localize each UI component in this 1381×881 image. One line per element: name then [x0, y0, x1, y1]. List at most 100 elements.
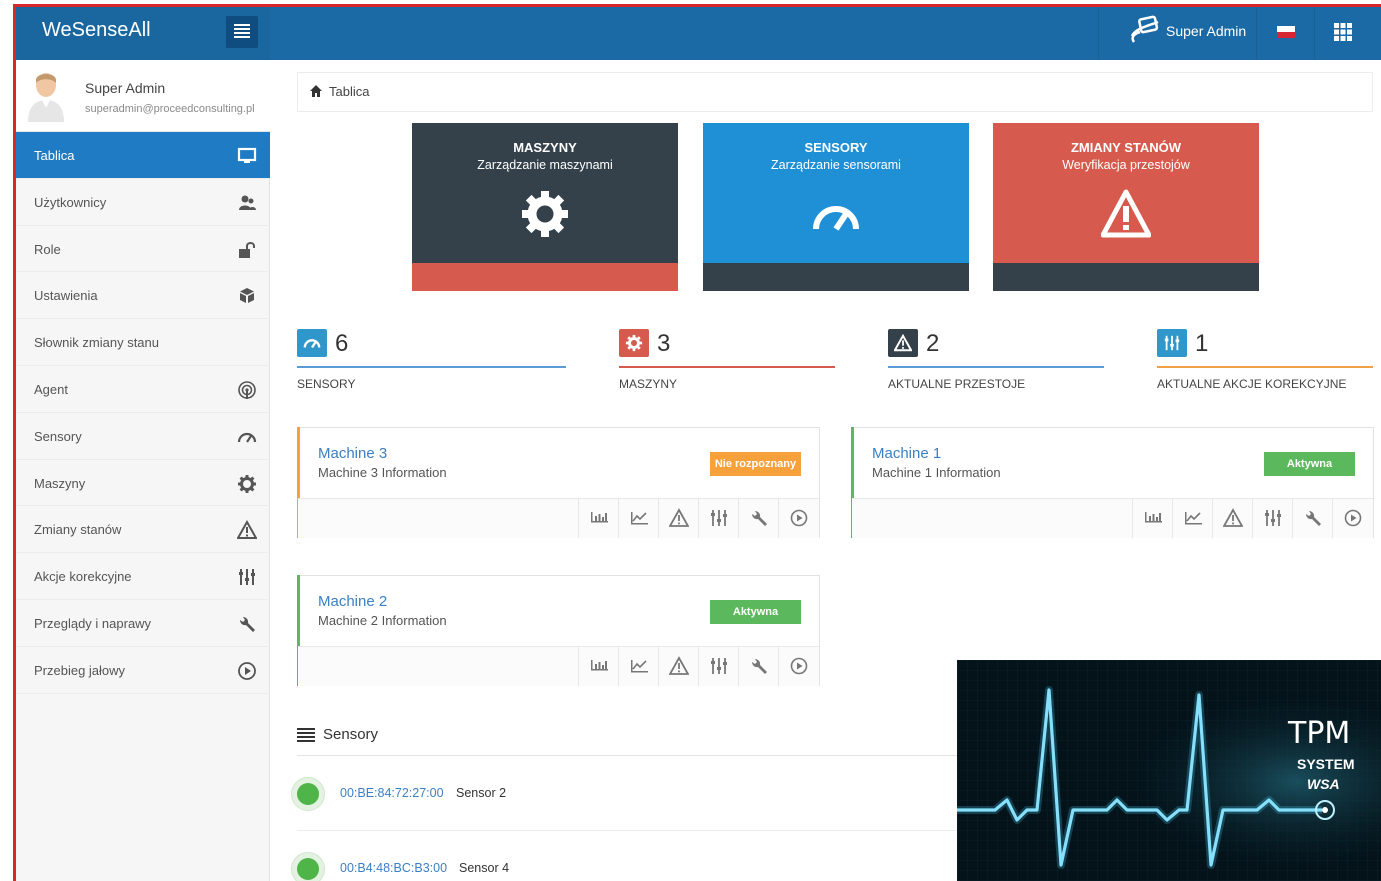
line-chart-icon — [631, 512, 648, 525]
stat-value: 6 — [335, 330, 349, 357]
wrench-icon — [239, 616, 255, 632]
tile-zmiany-stanow[interactable]: ZMIANY STANÓW Weryfikacja przestojów — [993, 123, 1259, 291]
sensor-mac-link[interactable]: 00:B4:48:BC:B3:00 — [340, 861, 447, 875]
tpm-line2: WSA — [1307, 776, 1340, 792]
tile-footer — [993, 263, 1259, 291]
sidebar-item-ustawienia[interactable]: Ustawienia — [16, 272, 270, 320]
stat-label: SENSORY — [297, 377, 356, 391]
sidebar-item-tablica[interactable]: Tablica — [16, 132, 270, 179]
tile-footer — [703, 263, 969, 291]
sidebar-item-sensory[interactable]: Sensory — [16, 413, 270, 460]
header-divider — [1098, 7, 1099, 60]
window-border — [13, 4, 16, 881]
sidebar-item-role[interactable]: Role — [16, 226, 270, 273]
sidebar-item-label: Przeglądy i naprawy — [34, 615, 152, 631]
machine-action-button[interactable] — [1292, 499, 1332, 538]
stat-label: MASZYNY — [619, 377, 678, 391]
wrench-icon — [751, 658, 767, 674]
tile-subtitle: Zarządzanie sensorami — [771, 158, 901, 172]
stat-maszyny[interactable]: 3 MASZYNY — [619, 329, 835, 399]
stat-sensory[interactable]: 6 SENSORY — [297, 329, 566, 399]
play-circle-icon — [790, 657, 808, 675]
sidebar-item-zmiany-stanow[interactable]: Zmiany stanów — [16, 506, 270, 554]
status-dot — [291, 852, 325, 881]
list-icon — [297, 728, 315, 742]
machine-name-link[interactable]: Machine 1 — [872, 445, 941, 462]
machine-action-button[interactable] — [698, 499, 738, 538]
tile-subtitle: Weryfikacja przestojów — [1062, 158, 1190, 172]
apps-grid-button[interactable] — [1314, 7, 1372, 60]
machine-action-button[interactable] — [1332, 499, 1372, 538]
machine-action-button[interactable] — [618, 499, 658, 538]
language-selector[interactable] — [1256, 7, 1314, 60]
sensor-name: Sensor 2 — [456, 786, 507, 800]
machine-info: Machine 1 Information — [872, 465, 1001, 480]
machine-actions — [298, 646, 819, 686]
sensors-section-header: Sensory — [297, 722, 977, 756]
machine-action-button[interactable] — [658, 647, 698, 686]
tile-maszyny[interactable]: MASZYNY Zarządzanie maszynami — [412, 123, 678, 291]
line-chart-icon — [631, 660, 648, 673]
sidebar-item-agent[interactable]: Agent — [16, 366, 270, 413]
machine-action-button[interactable] — [738, 647, 778, 686]
machine-action-button[interactable] — [698, 647, 738, 686]
tile-sensory[interactable]: SENSORY Zarządzanie sensorami — [703, 123, 969, 291]
sidebar-item-uzytkownicy[interactable]: Użytkownicy — [16, 179, 270, 226]
tile-title: ZMIANY STANÓW — [1070, 140, 1181, 155]
sidebar-item-slownik[interactable]: Słownik zmiany stanu — [16, 319, 270, 366]
sidebar-item-label: Ustawienia — [34, 288, 98, 304]
machine-info: Machine 2 Information — [318, 613, 447, 628]
tpm-banner: TPM SYSTEM WSA — [957, 660, 1381, 881]
machine-action-button[interactable] — [778, 499, 818, 538]
stat-badge — [619, 329, 649, 357]
machine-action-button[interactable] — [578, 499, 618, 538]
stat-przestoje[interactable]: 2 AKTUALNE PRZESTOJE — [888, 329, 1104, 399]
header-user-menu[interactable]: Super Admin — [1114, 7, 1272, 60]
sensor-name: Sensor 4 — [459, 861, 510, 875]
gear-icon — [238, 474, 256, 493]
stat-value: 2 — [926, 330, 940, 357]
machine-actions — [852, 498, 1373, 538]
sidebar-item-maszyny[interactable]: Maszyny — [16, 460, 270, 507]
stat-akcje-korekcyjne[interactable]: 1 AKTUALNE AKCJE KOREKCYJNE — [1157, 329, 1373, 399]
machine-action-button[interactable] — [1132, 499, 1172, 538]
machine-name-link[interactable]: Machine 3 — [318, 445, 387, 462]
sidebar-item-label: Role — [34, 241, 61, 257]
tile-title: SENSORY — [804, 140, 868, 155]
bar-chart-icon — [1145, 512, 1162, 523]
breadcrumb-current: Tablica — [329, 84, 370, 99]
wrench-icon — [751, 510, 767, 526]
warning-icon — [1223, 508, 1243, 527]
sidebar-item-akcje-korekcyjne[interactable]: Akcje korekcyjne — [16, 553, 270, 600]
user-profile: Super Admin superadmin@proceedconsulting… — [16, 60, 270, 132]
profile-name: Super Admin — [85, 80, 166, 96]
machine-action-button[interactable] — [618, 647, 658, 686]
tpm-title: TPM — [1288, 716, 1351, 751]
sliders-icon — [1164, 335, 1180, 351]
machine-action-button[interactable] — [1212, 499, 1252, 538]
breadcrumb: Tablica — [297, 72, 1373, 112]
stat-badge — [297, 329, 327, 357]
home-icon[interactable] — [310, 85, 322, 97]
status-badge: Aktywna — [1264, 452, 1355, 476]
machine-action-button[interactable] — [738, 499, 778, 538]
machine-action-button[interactable] — [658, 499, 698, 538]
machine-action-button[interactable] — [778, 647, 818, 686]
stat-underline — [888, 366, 1104, 368]
list-item: 00:B4:48:BC:B3:00 Sensor 4 — [291, 832, 977, 881]
sidebar-item-przeglady[interactable]: Przeglądy i naprawy — [16, 600, 270, 647]
sliders-icon — [239, 569, 255, 586]
warning-icon — [1101, 189, 1151, 238]
sidebar-item-label: Słownik zmiany stanu — [34, 335, 159, 351]
sidebar-item-label: Zmiany stanów — [34, 522, 122, 538]
sensor-mac-link[interactable]: 00:BE:84:72:27:00 — [340, 786, 444, 800]
sidebar-item-przebieg-jalowy[interactable]: Przebieg jałowy — [16, 647, 270, 694]
status-dot — [291, 777, 325, 811]
unlock-icon — [239, 241, 255, 258]
machine-action-button[interactable] — [1252, 499, 1292, 538]
gauge-icon — [237, 432, 257, 443]
machine-action-button[interactable] — [1172, 499, 1212, 538]
machine-name-link[interactable]: Machine 2 — [318, 593, 387, 610]
tile-title: MASZYNY — [513, 140, 577, 155]
machine-action-button[interactable] — [578, 647, 618, 686]
